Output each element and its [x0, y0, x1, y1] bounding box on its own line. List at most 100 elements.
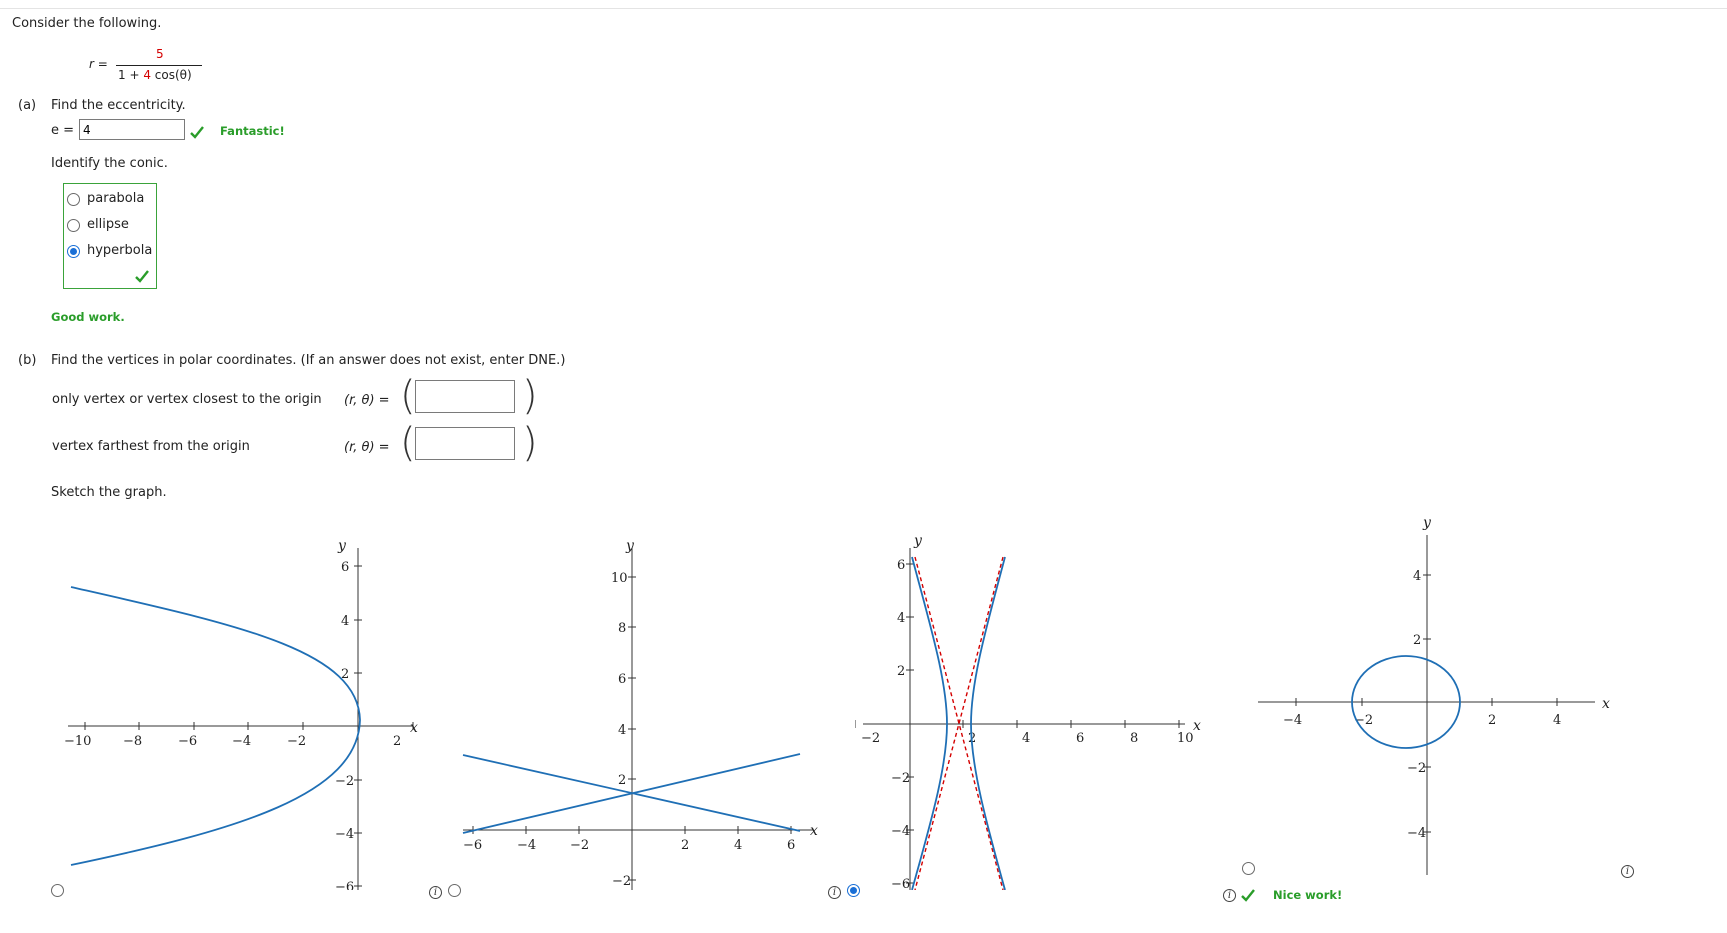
right-paren: ) — [522, 420, 538, 466]
check-icon — [1241, 889, 1255, 902]
graph-4-radio[interactable] — [1242, 862, 1255, 875]
y-axis-label: y — [1422, 515, 1432, 531]
info-icon[interactable]: i — [1621, 865, 1634, 878]
e-label: e = — [51, 123, 75, 138]
y-tick-label: 2 — [618, 773, 626, 788]
y-tick-label: 4 — [1413, 569, 1421, 584]
info-icon[interactable]: i — [429, 886, 442, 899]
y-tick-label: 10 — [611, 571, 628, 586]
graph-2-radio[interactable] — [448, 884, 461, 897]
x-tick-label: 6 — [1076, 731, 1084, 746]
intro-text: Consider the following. — [12, 16, 162, 31]
fraction-bar — [116, 65, 202, 66]
identify-prompt: Identify the conic. — [51, 156, 168, 171]
x-tick-label: −4 — [232, 734, 251, 749]
left-paren: ( — [400, 420, 416, 466]
y-tick-label: 2 — [897, 664, 905, 679]
graph-option-1: −10 −8 −6 −4 −2 2 6 4 2 −2 −4 −6 x y — [64, 538, 418, 890]
conic-feedback: Good work. — [51, 310, 125, 324]
equation-numerator: 5 — [156, 47, 164, 61]
vertex2-input[interactable] — [415, 427, 515, 460]
vertex2-label: vertex farthest from the origin — [52, 439, 250, 454]
equation-lhs: r = — [89, 57, 108, 71]
x-axis-label: x — [410, 720, 418, 736]
y-tick-label: −6 — [891, 877, 910, 890]
part-a-label: (a) — [18, 98, 37, 113]
x-tick-label: 10 — [1177, 731, 1194, 746]
x-tick-label: 4 — [734, 838, 742, 853]
x-tick-label: 8 — [1130, 731, 1138, 746]
x-tick-label: 6 — [787, 838, 795, 853]
x-tick-label: −2 — [570, 838, 589, 853]
y-tick-label: 2 — [1413, 633, 1421, 648]
y-tick-label: −2 — [1407, 761, 1426, 776]
top-divider — [0, 8, 1727, 9]
y-tick-label: 8 — [618, 621, 626, 636]
info-icon[interactable]: i — [828, 886, 841, 899]
y-tick-label: −2 — [335, 774, 354, 789]
x-axis-label: x — [1193, 718, 1201, 734]
sketch-prompt: Sketch the graph. — [51, 485, 167, 500]
option-ellipse[interactable]: ellipse — [87, 217, 129, 232]
y-tick-label: −2 — [612, 874, 631, 889]
conic-choices: parabola ellipse hyperbola — [63, 183, 157, 289]
x-tick-label: −4 — [517, 838, 536, 853]
y-axis-label: y — [625, 538, 635, 554]
vertex1-coord-label: (r, θ) = — [344, 393, 390, 408]
radio-parabola[interactable] — [67, 193, 80, 206]
part-a-prompt: Find the eccentricity. — [51, 98, 186, 113]
x-tick-label: −6 — [178, 734, 197, 749]
vertex1-input[interactable] — [415, 380, 515, 413]
graph-feedback: Nice work! — [1273, 888, 1343, 902]
graph-option-2: −6 −4 −2 2 4 6 10 8 6 4 2 −2 x y — [462, 538, 818, 890]
eccentricity-feedback: Fantastic! — [220, 124, 285, 138]
graph-1-radio[interactable] — [51, 884, 64, 897]
y-tick-label: 6 — [341, 560, 349, 575]
x-tick-label: −10 — [64, 734, 91, 749]
x-tick-label: 2 — [1488, 713, 1496, 728]
option-hyperbola[interactable]: hyperbola — [87, 243, 152, 258]
x-tick-label: −6 — [463, 838, 482, 853]
radio-hyperbola[interactable] — [67, 245, 80, 258]
y-tick-label: 4 — [897, 611, 905, 626]
info-icon[interactable]: i — [1223, 889, 1236, 902]
denominator-post: cos(θ) — [150, 68, 192, 82]
y-tick-label: −4 — [891, 824, 910, 839]
x-tick-label: −4 — [1283, 713, 1302, 728]
vertex1-label: only vertex or vertex closest to the ori… — [52, 392, 322, 407]
graph-option-4: −4 −2 2 4 4 2 −2 −4 x y — [1258, 515, 1610, 875]
y-tick-label: 4 — [341, 614, 349, 629]
right-paren: ) — [522, 373, 538, 419]
x-tick-label: 2 — [393, 734, 401, 749]
x-tick-label: 2 — [681, 838, 689, 853]
y-tick-label: −4 — [335, 827, 354, 842]
eccentricity-input[interactable] — [79, 119, 185, 140]
x-tick-label: 4 — [1553, 713, 1561, 728]
part-b-prompt: Find the vertices in polar coordinates. … — [51, 353, 566, 368]
check-icon — [135, 270, 149, 283]
graph-3-radio[interactable] — [847, 884, 860, 897]
part-b-label: (b) — [18, 353, 37, 368]
y-axis-label: y — [337, 538, 347, 554]
radio-ellipse[interactable] — [67, 219, 80, 232]
check-icon — [190, 126, 204, 139]
vertex2-coord-label: (r, θ) = — [344, 440, 390, 455]
y-axis-label: y — [913, 533, 923, 549]
x-tick-label: 4 — [1022, 731, 1030, 746]
x-axis-label: x — [1602, 696, 1610, 712]
y-tick-label: 6 — [897, 558, 905, 573]
y-tick-label: −6 — [335, 880, 354, 890]
x-tick-label: −2 — [861, 731, 880, 746]
denominator-pre: 1 + — [118, 68, 144, 82]
denominator-coef: 4 — [143, 68, 151, 82]
y-tick-label: 4 — [618, 723, 626, 738]
graph-option-3: −2 2 4 6 8 10 6 4 2 −2 −4 −6 x y — [855, 533, 1201, 890]
left-paren: ( — [400, 373, 416, 419]
y-tick-label: −4 — [1407, 826, 1426, 841]
x-tick-label: −2 — [287, 734, 306, 749]
y-tick-label: 6 — [618, 672, 626, 687]
x-tick-label: −8 — [123, 734, 142, 749]
x-axis-label: x — [810, 823, 818, 839]
y-tick-label: −2 — [891, 771, 910, 786]
option-parabola[interactable]: parabola — [87, 191, 144, 206]
